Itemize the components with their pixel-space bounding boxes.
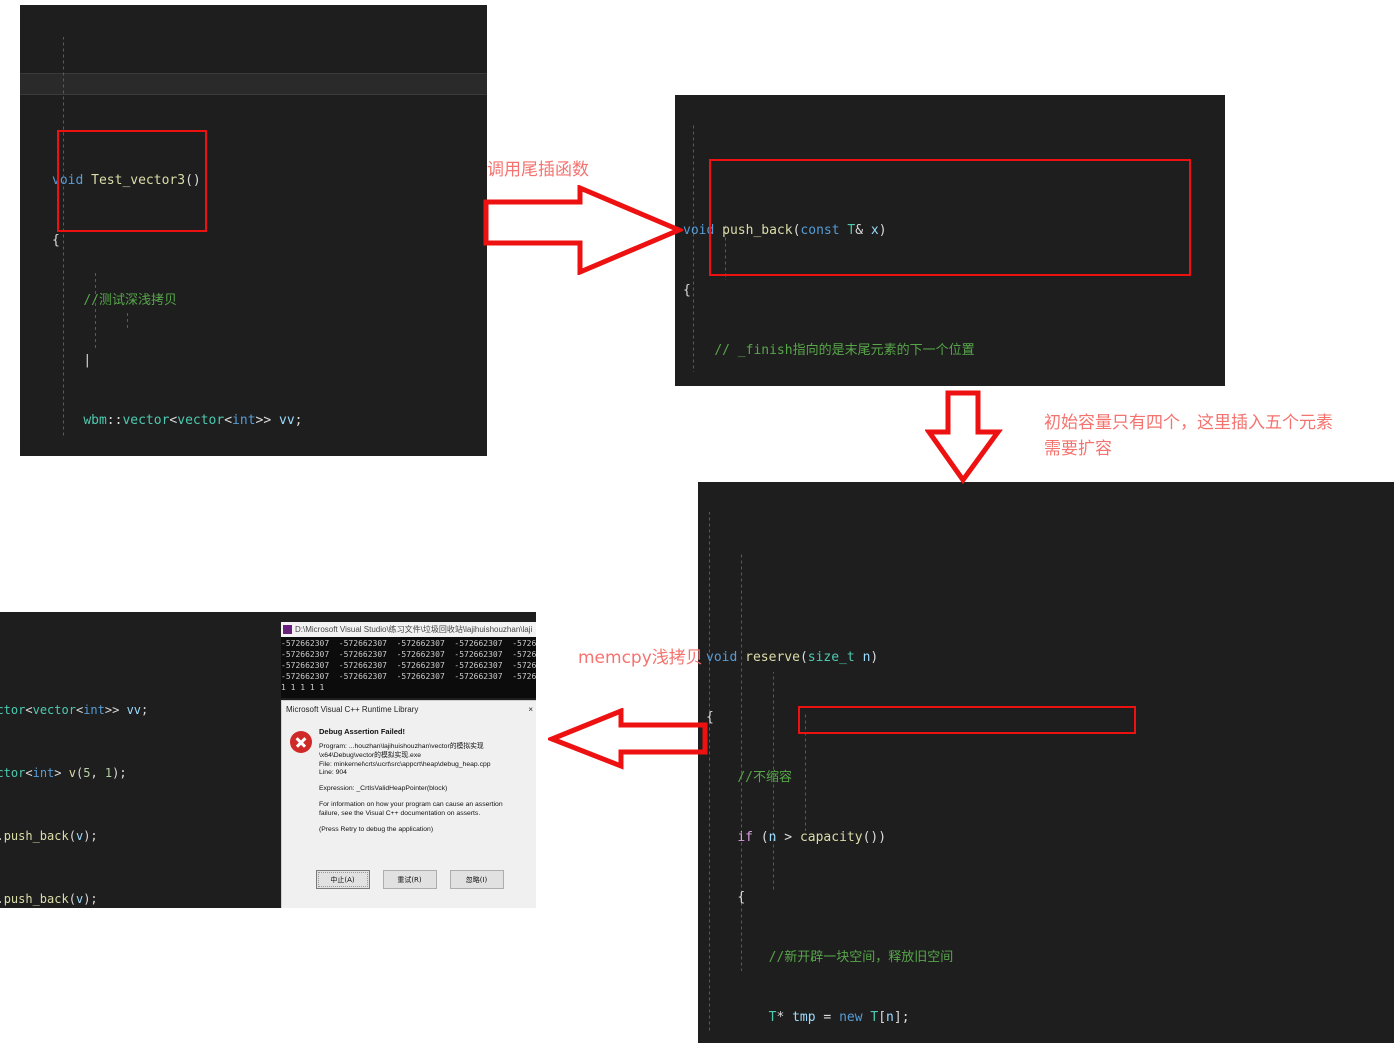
code-line: { — [683, 283, 691, 298]
current-line-highlight — [20, 73, 487, 95]
abort-button[interactable]: 中止(A) — [315, 870, 370, 889]
code-line: //不缩容 — [737, 770, 792, 785]
close-icon[interactable]: × — [528, 705, 533, 714]
dialog-info-text: For information on how your program can … — [319, 800, 503, 817]
annotation-call-push-back: 调用尾插函数 — [487, 160, 589, 180]
error-icon — [290, 731, 312, 753]
code-line: vv.push_back(v); — [0, 829, 98, 843]
code-line: void reserve(size_t n) — [706, 650, 879, 665]
code-line: T* tmp = new T[n]; — [768, 1010, 910, 1025]
dialog-program-info: Program: ...houzhan\lajihuishouzhan\vect… — [319, 743, 491, 777]
code-panel-reserve: void reserve(size_t n) { //不缩容 if (n > c… — [698, 482, 1394, 1043]
code-line: | — [83, 353, 92, 368]
code-line: vector<vector<int>> vv; — [0, 703, 149, 717]
dialog-button-row: 中止(A) 重试(R) 忽略(I) — [282, 870, 536, 889]
dialog-heading: Debug Assertion Failed! — [319, 727, 405, 736]
code-line: wbm::vector<vector<int>> vv; — [83, 413, 303, 428]
retry-button[interactable]: 重试(R) — [382, 870, 437, 889]
dialog-expression: Expression: _CrtIsValidHeapPointer(block… — [319, 785, 448, 793]
annotation-capacity-note: 初始容量只有四个，这里插入五个元素 需要扩容 — [1044, 413, 1333, 459]
code-line: //新开辟一块空间，释放旧空间 — [768, 950, 954, 965]
code-line: if (n > capacity()) — [737, 830, 887, 845]
runtime-error-dialog[interactable]: Microsoft Visual C++ Runtime Library × D… — [281, 700, 536, 908]
highlight-box-push-back-calls — [57, 130, 207, 232]
highlight-box-grow-check — [709, 159, 1191, 276]
console-title-text: D:\Microsoft Visual Studio\练习文件\垃圾回收站\la… — [295, 625, 533, 634]
highlight-box-memcpy — [798, 706, 1136, 734]
code-line: vector<int> v(5, 1); — [0, 766, 127, 780]
console-output: -572662307 -572662307 -572662307 -572662… — [281, 639, 536, 692]
vs-icon — [283, 625, 292, 634]
console-title-bar: D:\Microsoft Visual Studio\练习文件\垃圾回收站\la… — [281, 622, 536, 637]
dialog-retry-hint: (Press Retry to debug the application) — [319, 825, 434, 833]
arrow-left-to-screenshot — [548, 708, 708, 770]
screenshot-code-area: vector<vector<int>> vv; vector<int> v(5,… — [0, 612, 276, 908]
code-line: { — [737, 890, 746, 905]
dialog-title-bar: Microsoft Visual C++ Runtime Library × — [282, 701, 536, 717]
code-line: // _finish指向的是末尾元素的下一个位置 — [714, 343, 975, 358]
arrow-right-to-push-back — [483, 185, 683, 275]
embedded-screenshot: vector<vector<int>> vv; vector<int> v(5,… — [0, 612, 536, 908]
code-line: //测试深浅拷贝 — [83, 293, 177, 308]
code-line: { — [52, 233, 60, 248]
ignore-button[interactable]: 忽略(I) — [449, 870, 504, 889]
code-line: vv.push_back(v); — [0, 892, 98, 906]
console-window: D:\Microsoft Visual Studio\练习文件\垃圾回收站\la… — [281, 622, 536, 698]
dialog-title-text: Microsoft Visual C++ Runtime Library — [286, 704, 419, 714]
annotation-memcpy-shallow: memcpy浅拷贝 — [578, 648, 703, 668]
arrow-down-to-reserve — [925, 390, 1005, 485]
